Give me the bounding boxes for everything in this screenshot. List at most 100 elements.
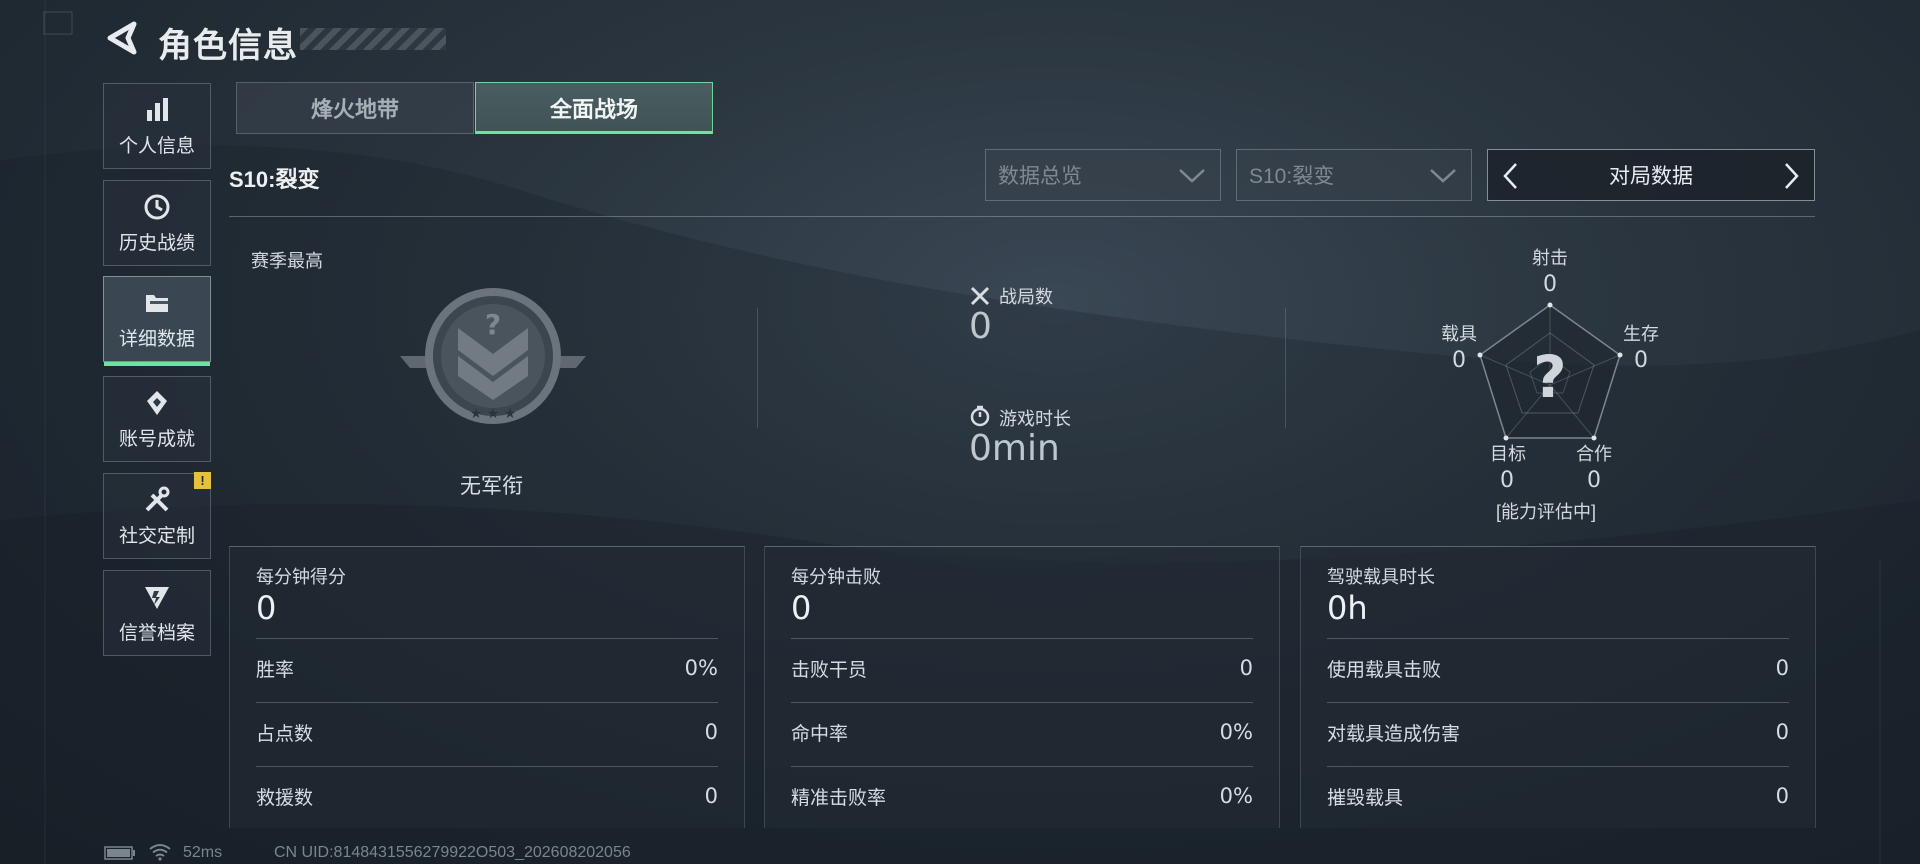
playtime-value: 0min — [969, 428, 1060, 469]
match-data-selector[interactable]: 对局数据 — [1487, 149, 1815, 201]
panel-divider — [256, 638, 718, 639]
stat-value: 0% — [684, 656, 718, 680]
panel-title: 驾驶载具时长 — [1327, 567, 1435, 587]
svg-text:?: ? — [485, 308, 501, 341]
stat-value: 0 — [704, 720, 718, 744]
rank-name: 无军衔 — [460, 475, 523, 498]
matches-label: 战局数 — [999, 287, 1053, 307]
tools-icon — [145, 486, 170, 511]
stat-row: 使用载具击败 0 — [1327, 653, 1789, 683]
section-divider — [229, 216, 1815, 217]
bar-chart-icon — [147, 97, 168, 121]
stat-row: 精准击败率 0% — [791, 781, 1253, 811]
stat-value: 0% — [1219, 720, 1253, 744]
panel-divider — [1327, 638, 1789, 639]
ping-value: 52ms — [183, 844, 223, 861]
stat-label: 胜率 — [256, 659, 295, 681]
kills-panel: 每分钟击败 0 击败干员 0 命中率 0% 精准击败率 0% — [764, 546, 1280, 828]
radar-label-vehicle: 载具 — [1441, 324, 1477, 344]
credit-shield-icon — [145, 586, 169, 609]
panel-divider — [1327, 766, 1789, 767]
tab-full-battlefield[interactable]: 全面战场 — [475, 82, 713, 134]
panel-divider — [1327, 702, 1789, 703]
dropdown-value: 数据总览 — [998, 165, 1082, 188]
column-divider — [1285, 308, 1286, 428]
stat-row: 占点数 0 — [256, 717, 718, 747]
sidebar-item-achievements[interactable]: 账号成就 — [103, 376, 211, 462]
stat-value: 0 — [1239, 656, 1253, 680]
panel-divider — [791, 766, 1253, 767]
stat-label: 占点数 — [256, 723, 314, 745]
stat-label: 命中率 — [791, 723, 849, 745]
sidebar-item-label: 个人信息 — [118, 135, 195, 157]
stat-label: 救援数 — [256, 787, 314, 809]
sidebar-item-label: 社交定制 — [118, 525, 195, 547]
achievement-icon — [147, 390, 167, 415]
uid-text: CN UID:8148431556279922O503_202608202056 — [274, 844, 631, 861]
stat-label: 对载具造成伤害 — [1327, 723, 1461, 745]
sidebar-item-label: 详细数据 — [118, 328, 195, 350]
stat-row: 对载具造成伤害 0 — [1327, 717, 1789, 747]
panel-title: 每分钟击败 — [791, 567, 881, 587]
folder-icon — [146, 294, 168, 312]
radar-label-survival: 生存 — [1623, 324, 1659, 344]
sidebar-item-label: 历史战绩 — [118, 232, 195, 254]
back-arrow-icon[interactable] — [104, 20, 140, 56]
stat-label: 摧毁载具 — [1327, 787, 1404, 809]
panel-divider — [256, 702, 718, 703]
season-dropdown[interactable]: S10:裂变 — [1236, 149, 1472, 201]
crossed-swords-icon — [970, 286, 990, 306]
radar-value-vehicle: 0 — [1452, 348, 1466, 373]
stat-value: 0 — [1775, 720, 1789, 744]
match-data-label: 对局数据 — [1609, 165, 1693, 188]
stat-row: 命中率 0% — [791, 717, 1253, 747]
panel-title: 每分钟得分 — [256, 567, 346, 587]
stat-row: 击败干员 0 — [791, 653, 1253, 683]
radar-status: [能力评估中] — [1496, 502, 1597, 522]
sidebar-item-credit[interactable]: 信誉档案 — [103, 570, 211, 656]
panel-divider — [256, 766, 718, 767]
stopwatch-icon — [970, 405, 990, 427]
chevron-down-icon — [1179, 169, 1205, 183]
panel-divider — [791, 702, 1253, 703]
radar-label-shooting: 射击 — [1532, 248, 1568, 268]
panel-value: 0 — [256, 589, 277, 627]
title-decoration — [300, 28, 446, 50]
sidebar-item-personal-info[interactable]: 个人信息 — [103, 83, 211, 169]
season-label: S10:裂变 — [229, 167, 320, 192]
radar-unknown-icon: ? — [1533, 343, 1567, 411]
radar-value-shooting: 0 — [1543, 272, 1557, 297]
tab-beacon-zone[interactable]: 烽火地带 — [236, 82, 474, 134]
chevron-left-icon[interactable] — [1500, 162, 1522, 190]
stat-label: 使用载具击败 — [1327, 659, 1442, 681]
stat-value: 0% — [1219, 784, 1253, 808]
radar-value-objective: 0 — [1500, 468, 1514, 493]
season-best-label: 赛季最高 — [251, 251, 323, 271]
chevron-right-icon[interactable] — [1780, 162, 1802, 190]
wifi-icon — [149, 844, 171, 861]
radar-label-cooperation: 合作 — [1576, 444, 1612, 464]
radar-value-cooperation: 0 — [1587, 468, 1601, 493]
stat-row: 摧毁载具 0 — [1327, 781, 1789, 811]
stat-label: 击败干员 — [791, 659, 868, 681]
stat-value: 0 — [1775, 656, 1789, 680]
stat-value: 0 — [704, 784, 718, 808]
rank-emblem-icon: ? ★ ★ ★ — [400, 288, 586, 424]
battery-icon — [104, 846, 135, 860]
sidebar-item-detailed-data[interactable]: 详细数据 — [103, 276, 211, 366]
matches-value: 0 — [969, 306, 992, 347]
sidebar-item-social-custom[interactable]: 社交定制 ! — [103, 472, 211, 559]
column-divider — [757, 308, 758, 428]
score-panel: 每分钟得分 0 胜率 0% 占点数 0 救援数 0 — [229, 546, 745, 828]
stat-row: 胜率 0% — [256, 653, 718, 683]
stat-row: 救援数 0 — [256, 781, 718, 811]
history-icon — [144, 194, 170, 219]
data-overview-dropdown[interactable]: 数据总览 — [985, 149, 1221, 201]
panel-value: 0h — [1327, 589, 1368, 627]
vehicle-panel: 驾驶载具时长 0h 使用载具击败 0 对载具造成伤害 0 摧毁载具 0 — [1300, 546, 1816, 828]
stat-label: 精准击败率 — [791, 787, 887, 809]
sidebar-item-history[interactable]: 历史战绩 — [103, 180, 211, 266]
panel-value: 0 — [791, 589, 812, 627]
page-title: 角色信息 — [158, 27, 298, 65]
dropdown-value: S10:裂变 — [1249, 165, 1335, 188]
